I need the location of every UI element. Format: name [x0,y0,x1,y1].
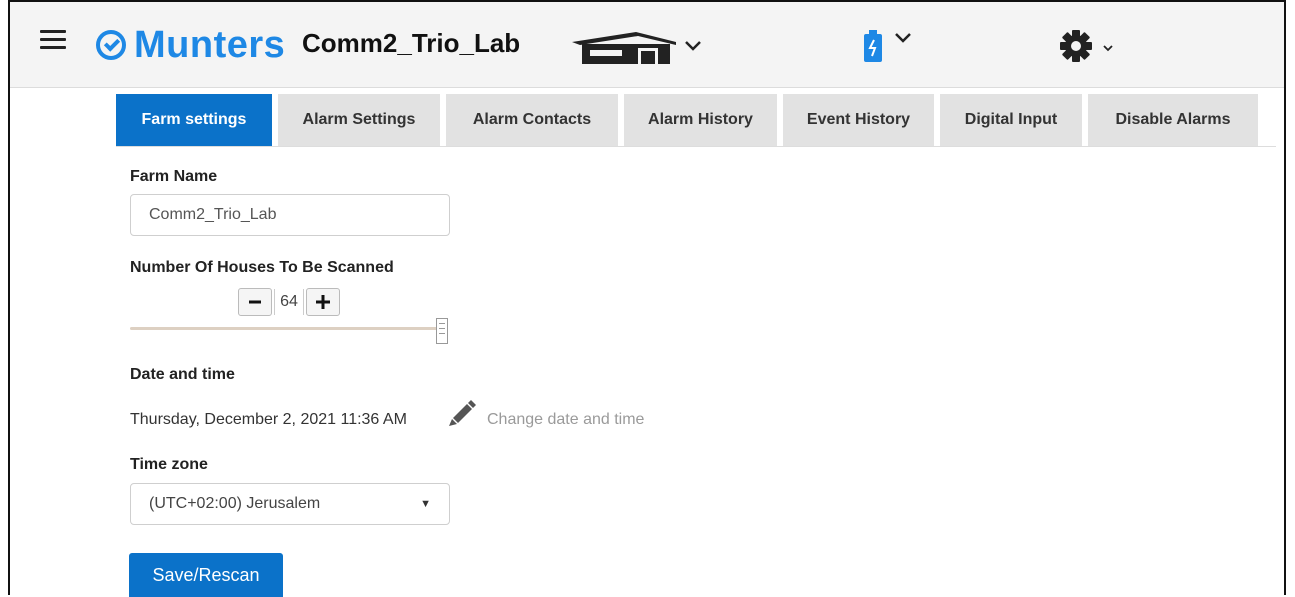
hamburger-menu-icon[interactable] [40,30,66,52]
settings-tabs: Farm settings Alarm Settings Alarm Conta… [116,94,1276,147]
tab-disable-alarms[interactable]: Disable Alarms [1088,94,1258,146]
logo-text: Munters [134,23,286,66]
date-time-value: Thursday, December 2, 2021 11:36 AM [130,411,407,428]
top-header: Munters Comm2_Trio_Lab [10,2,1284,88]
houses-slider-track[interactable] [130,327,440,330]
decrement-button[interactable] [238,288,272,316]
tab-alarm-settings[interactable]: Alarm Settings [278,94,440,146]
tab-digital-input[interactable]: Digital Input [940,94,1082,146]
house-icon [572,32,701,64]
chevron-down-icon [685,41,701,51]
house-selector-button[interactable] [566,28,716,66]
increment-button[interactable] [306,288,340,316]
minus-icon [249,300,261,304]
houses-count-value[interactable]: 64 [274,289,304,315]
farm-title: Comm2_Trio_Lab [302,28,521,58]
farm-name-label: Farm Name [130,168,218,185]
app-frame: Munters Comm2_Trio_Lab Farm settings Ala… [8,0,1286,597]
time-zone-select[interactable]: (UTC+02:00) Jerusalem ▼ [130,483,450,525]
tab-event-history[interactable]: Event History [783,94,934,146]
tab-alarm-contacts[interactable]: Alarm Contacts [446,94,618,146]
pencil-edit-icon[interactable] [447,398,477,426]
chevron-down-icon [895,33,911,43]
farm-name-input[interactable] [130,194,450,236]
munters-logo: Munters [96,22,285,68]
logo-check-icon [96,30,126,60]
chevron-down-icon [1103,45,1113,52]
tab-alarm-history[interactable]: Alarm History [624,94,777,146]
date-time-label: Date and time [130,366,235,383]
settings-gear-button[interactable] [1058,26,1138,66]
battery-icon [864,30,911,62]
plus-icon [316,295,330,309]
time-zone-label: Time zone [130,456,208,473]
dropdown-arrow-icon: ▼ [420,498,431,510]
tab-farm-settings[interactable]: Farm settings [116,94,272,146]
change-date-time-link[interactable]: Change date and time [487,411,644,429]
battery-status-button[interactable] [862,26,932,66]
houses-label: Number Of Houses To Be Scanned [130,259,394,276]
time-zone-value: (UTC+02:00) Jerusalem [149,495,321,512]
houses-slider-handle[interactable] [436,318,448,344]
save-rescan-button[interactable]: Save/Rescan [129,553,283,597]
gear-icon [1060,30,1113,62]
